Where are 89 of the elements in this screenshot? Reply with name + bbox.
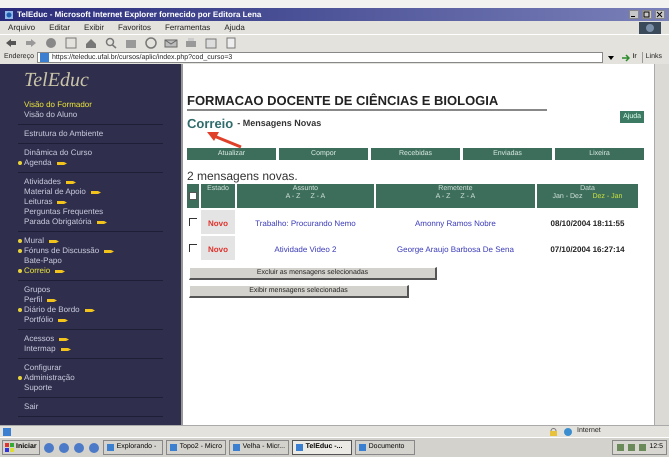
bullet-icon <box>18 249 22 253</box>
window-icon <box>294 443 304 452</box>
sidebar-link[interactable]: Perguntas Frequentes <box>24 208 104 216</box>
subject-link[interactable]: Atividade Video 2 <box>274 244 336 254</box>
menu-item[interactable]: Favoritos <box>118 22 151 34</box>
pointing-hand-icon <box>103 247 116 255</box>
menu-item[interactable]: Ferramentas <box>164 22 210 34</box>
menu-item[interactable]: Arquivo <box>8 22 36 34</box>
sidebar-link[interactable]: Mural <box>24 237 44 245</box>
maximize-button[interactable] <box>642 10 652 19</box>
pointing-hand-icon <box>90 188 102 196</box>
bullet-icon <box>18 269 22 273</box>
go-arrow-icon <box>621 52 630 62</box>
sidebar-link[interactable]: Atividades <box>24 178 61 186</box>
sidebar-link[interactable]: Material de Apoio <box>24 188 86 196</box>
summary-text: 2 mensagens novas. <box>187 170 299 182</box>
search-icon[interactable] <box>104 37 118 49</box>
window-icon <box>168 443 178 452</box>
sidebar-link[interactable]: Fóruns de Discussão <box>24 247 100 255</box>
sender-link[interactable]: George Araujo Barbosa De Sena <box>396 244 514 254</box>
window-icon <box>232 443 241 452</box>
bullet-icon <box>18 376 22 380</box>
windows-icon <box>5 443 14 452</box>
pointing-hand-icon <box>64 178 77 186</box>
sidebar-link[interactable]: Dinâmica do Curso <box>24 149 92 157</box>
sidebar-link[interactable]: Correio <box>24 267 50 275</box>
sidebar-link[interactable]: Visão do Formador <box>24 101 92 109</box>
menu-item[interactable]: Ajuda <box>224 22 245 34</box>
close-icon <box>656 11 663 18</box>
sidebar-link[interactable]: Grupos <box>24 286 50 294</box>
sidebar-link[interactable]: Agenda <box>24 159 52 167</box>
bullet-icon <box>18 308 22 312</box>
menu-item[interactable]: Exibir <box>84 22 104 34</box>
globe-icon[interactable] <box>563 426 573 436</box>
course-title: FORMACAO DOCENTE DE CIÊNCIAS E BIOLOGIA <box>187 94 547 111</box>
pointing-hand-icon <box>57 316 70 324</box>
logo: TelEduc <box>24 70 89 90</box>
pointing-hand-icon <box>96 218 108 226</box>
subtitle: - Mensagens Novas <box>237 117 322 130</box>
window-title: TelEduc - Microsoft Internet Explorer fornecido por Editora Lena <box>17 10 262 18</box>
tool-title: Correio <box>187 115 234 133</box>
pointing-hand-icon <box>56 159 68 167</box>
sidebar-link[interactable]: Diário de Bordo <box>24 306 80 314</box>
window-icon <box>358 443 367 452</box>
bullet-icon <box>18 161 22 165</box>
sidebar-link[interactable]: Leituras <box>24 198 52 206</box>
scrollbar[interactable] <box>654 64 669 425</box>
sidebar-link[interactable]: Portfólio <box>24 316 54 324</box>
sidebar-link[interactable]: Bate-Papo <box>24 257 62 265</box>
sender-link[interactable]: Amonny Ramos Nobre <box>414 218 496 228</box>
date-text: 08/10/2004 18:11:55 <box>550 218 624 228</box>
lock-icon[interactable] <box>549 426 559 436</box>
sidebar-link[interactable]: Estrutura do Ambiente <box>24 130 104 138</box>
pointing-hand-icon <box>58 335 70 343</box>
sidebar-link[interactable]: Visão do Aluno <box>24 111 78 119</box>
sidebar-link[interactable]: Perfil <box>24 296 42 304</box>
sidebar-link[interactable]: Configurar <box>24 364 62 372</box>
maximize-icon <box>643 11 650 18</box>
date-text: 07/10/2004 16:27:14 <box>550 244 625 254</box>
sidebar-link[interactable]: Acessos <box>24 335 54 343</box>
home-icon[interactable] <box>84 37 98 49</box>
pointing-hand-icon <box>54 267 66 275</box>
menu-item[interactable]: Editar <box>49 22 70 34</box>
pointing-hand-icon <box>60 345 72 353</box>
page-icon[interactable] <box>40 53 49 62</box>
pointing-hand-icon <box>56 198 68 206</box>
print-icon[interactable] <box>184 37 198 49</box>
sidebar-link[interactable]: Sair <box>24 403 38 411</box>
status-label: Novo <box>208 244 228 254</box>
forward-arrow-icon[interactable] <box>24 37 38 49</box>
sidebar-link[interactable]: Administração <box>24 374 75 382</box>
sidebar-link[interactable]: Suporte <box>24 384 52 392</box>
page-icon[interactable] <box>2 426 12 436</box>
sidebar-link[interactable]: Intermap <box>24 345 56 353</box>
select-all-checkbox[interactable] <box>189 192 197 200</box>
close-button[interactable] <box>655 10 665 19</box>
annotation-arrow-drawing <box>205 130 243 149</box>
mail-icon[interactable] <box>164 37 178 49</box>
back-arrow-icon[interactable] <box>4 37 18 49</box>
sidebar-link[interactable]: Parada Obrigatória <box>24 218 92 226</box>
status-label: Novo <box>208 218 228 228</box>
minimize-button[interactable] <box>629 10 639 19</box>
subject-link[interactable]: Trabalho: Procurando Nemo <box>255 218 356 228</box>
pointing-hand-icon <box>84 306 96 314</box>
window-icon <box>106 443 115 452</box>
pointing-hand-icon <box>48 237 60 245</box>
document-icon[interactable] <box>224 37 238 49</box>
pointing-hand-icon <box>46 296 58 304</box>
bullet-icon <box>18 239 22 243</box>
